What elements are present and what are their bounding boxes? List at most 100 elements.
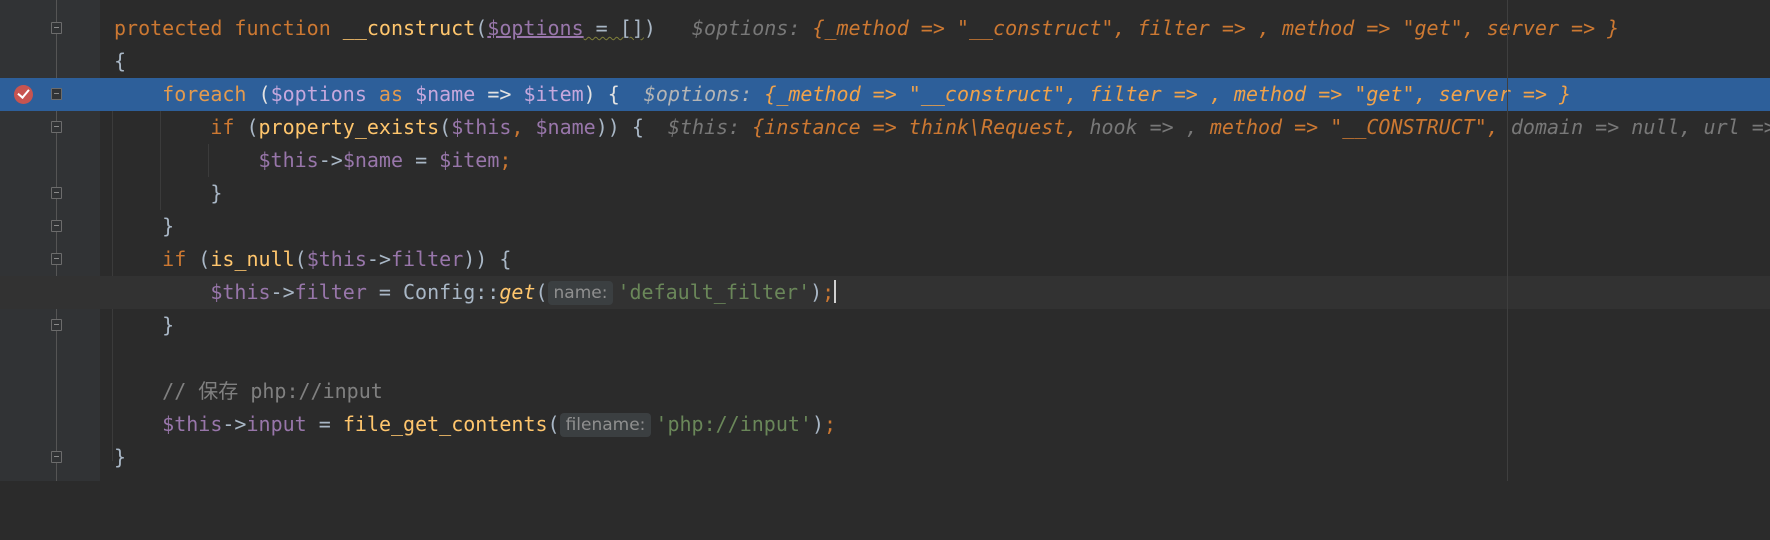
token: $name — [415, 82, 476, 106]
token: $item — [439, 148, 500, 172]
token: file_get_contents — [342, 412, 548, 436]
token: property_exists — [258, 115, 440, 139]
fold-toggle-icon[interactable] — [51, 88, 62, 100]
parameter-name-hint: filename: — [559, 413, 652, 437]
token: ) — [810, 280, 823, 304]
debug-inline-value-key: $this: — [667, 115, 741, 139]
token: ; — [499, 148, 512, 172]
token: ( — [475, 16, 488, 40]
fold-toggle-icon[interactable] — [51, 187, 62, 199]
token: ( — [439, 115, 452, 139]
fold-toggle-icon[interactable] — [51, 121, 62, 133]
debug-inline-value: method => "__CONSTRUCT", — [1197, 115, 1499, 139]
token: foreach — [162, 82, 247, 106]
token: ( — [234, 115, 259, 139]
token: ( — [246, 82, 271, 106]
token: if — [162, 247, 187, 271]
token: ( — [186, 247, 211, 271]
code-text: { — [114, 49, 127, 73]
code-text: } — [114, 309, 174, 342]
code-line-8[interactable]: if (is_null($this->filter)) { — [0, 243, 1770, 276]
token: $this — [258, 148, 319, 172]
token: $this — [306, 247, 367, 271]
token: = [] — [583, 16, 644, 40]
code-line-11[interactable] — [0, 342, 1770, 375]
token: $this — [451, 115, 512, 139]
token: $name — [523, 115, 596, 139]
token: ) — [643, 16, 656, 40]
code-text: if (is_null($this->filter)) { — [114, 243, 511, 276]
token: input — [246, 412, 307, 436]
token: = Config:: — [366, 280, 500, 304]
code-line-14[interactable]: } — [0, 441, 1770, 474]
code-text: foreach ($options as $name => $item) { $… — [114, 78, 1571, 111]
code-text: if (property_exists($this, $name)) { $th… — [114, 111, 1770, 144]
fold-toggle-icon[interactable] — [51, 220, 62, 232]
debug-inline-value: {instance => think\Request, — [752, 115, 1078, 139]
code-line-6[interactable]: } — [0, 177, 1770, 210]
token: $name — [342, 148, 404, 172]
token: => — [475, 82, 524, 106]
text-cursor — [834, 280, 837, 303]
code-text: protected function __construct($options … — [114, 12, 1619, 45]
token: )) { — [463, 247, 512, 271]
code-line-7[interactable]: } — [0, 210, 1770, 243]
debug-inline-value: {_method => "__construct", filter => , m… — [764, 82, 1572, 106]
token: 'default_filter' — [617, 280, 811, 304]
fold-toggle-icon[interactable] — [51, 253, 62, 265]
code-text: $this->filter = Config::get(name:'defaul… — [114, 276, 837, 309]
debug-inline-value-key: $options: — [643, 82, 753, 106]
parameter-name-hint: name: — [547, 281, 614, 305]
debug-inline-value-key: hook => , — [1077, 115, 1198, 139]
token: } — [162, 214, 175, 238]
token: protected — [114, 16, 223, 40]
code-text: $this->$name = $item; — [114, 144, 512, 177]
token: $this — [210, 280, 271, 304]
token: = — [306, 412, 343, 436]
token: } — [210, 181, 223, 205]
token: ) { — [583, 82, 620, 106]
token: if — [210, 115, 235, 139]
token: filter — [391, 247, 464, 271]
code-line-13[interactable]: $this->input = file_get_contents(filenam… — [0, 408, 1770, 441]
token: ( — [535, 280, 548, 304]
code-line-3-execution-point[interactable]: foreach ($options as $name => $item) { $… — [0, 78, 1770, 111]
token: -> — [318, 148, 343, 172]
token: ; — [822, 280, 835, 304]
code-text: } — [114, 177, 222, 210]
token: as — [366, 82, 416, 106]
code-text: // 保存 php://input — [114, 375, 383, 408]
code-line-10[interactable]: } — [0, 309, 1770, 342]
code-line-1[interactable]: protected function __construct($options … — [0, 12, 1770, 45]
fold-toggle-icon[interactable] — [51, 22, 62, 34]
token: $this — [162, 412, 223, 436]
comment: // 保存 php://input — [162, 379, 383, 403]
breakpoint-icon[interactable] — [14, 85, 33, 104]
token: $item — [523, 82, 584, 106]
token: 'php://input' — [655, 412, 812, 436]
code-line-9-caret[interactable]: $this->filter = Config::get(name:'defaul… — [0, 276, 1770, 309]
token: -> — [270, 280, 295, 304]
right-margin-guide — [1507, 0, 1508, 481]
debug-inline-value: {_method => "__construct", filter => , m… — [812, 16, 1620, 40]
code-text: } — [114, 445, 127, 469]
token: ( — [547, 412, 560, 436]
token: ; — [824, 412, 837, 436]
code-line-12[interactable]: // 保存 php://input — [0, 375, 1770, 408]
fold-toggle-icon[interactable] — [51, 451, 62, 463]
code-line-2[interactable]: { — [0, 45, 1770, 78]
token: $options — [270, 82, 367, 106]
code-text: $this->input = file_get_contents(filenam… — [114, 408, 836, 441]
token: = — [403, 148, 440, 172]
fold-toggle-icon[interactable] — [51, 319, 62, 331]
token: ) — [811, 412, 825, 436]
code-text: } — [114, 210, 174, 243]
token: -> — [222, 412, 247, 436]
token: get — [499, 280, 536, 304]
token: $options — [487, 16, 584, 40]
code-line-5[interactable]: $this->$name = $item; — [0, 144, 1770, 177]
code-line-4[interactable]: if (property_exists($this, $name)) { $th… — [0, 111, 1770, 144]
token: ( — [294, 247, 307, 271]
token: __construct — [342, 16, 476, 40]
token: -> — [366, 247, 392, 271]
